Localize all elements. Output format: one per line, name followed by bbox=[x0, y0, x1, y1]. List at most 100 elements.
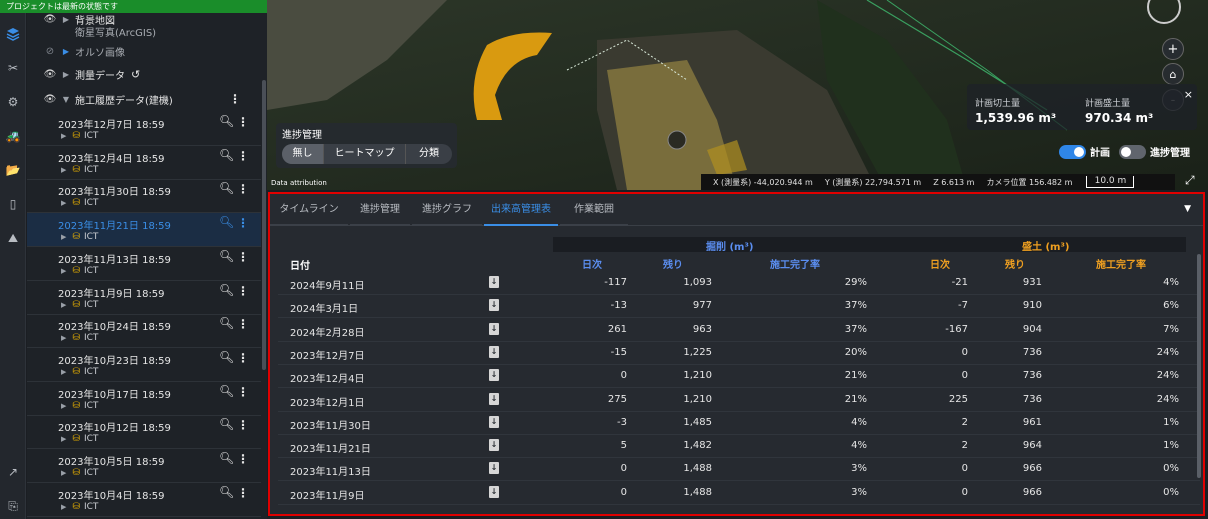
zoom-to-icon[interactable]: 🔍︎ bbox=[219, 417, 234, 431]
close-icon[interactable]: × bbox=[1184, 88, 1193, 101]
date-list-item[interactable]: 2023年12月7日 18:59 🔍︎ ⋮ ▶ ⛁ ICT bbox=[27, 112, 261, 146]
ict-sublayer[interactable]: ▶ ⛁ ICT bbox=[61, 502, 98, 512]
download-icon[interactable]: ↓ bbox=[489, 462, 499, 475]
ict-sublayer[interactable]: ▶ ⛁ ICT bbox=[61, 468, 98, 478]
ict-sublayer[interactable]: ▶ ⛁ ICT bbox=[61, 198, 98, 208]
expand-arrow-icon[interactable]: ▶ bbox=[61, 435, 66, 443]
export-icon[interactable]: ⎘ bbox=[5, 498, 21, 514]
zoom-to-icon[interactable]: 🔍︎ bbox=[219, 249, 234, 263]
zoom-to-icon[interactable]: 🔍︎ bbox=[219, 181, 234, 195]
ict-sublayer[interactable]: ▶ ⛁ ICT bbox=[61, 367, 98, 377]
layer-ortho[interactable]: ⊘ ▶ オルソ画像 bbox=[27, 41, 261, 61]
expand-arrow-icon[interactable]: ▶ bbox=[61, 132, 66, 140]
more-menu-icon[interactable]: ⋮ bbox=[237, 486, 249, 500]
zoom-to-icon[interactable]: 🔍︎ bbox=[219, 316, 234, 330]
expand-arrow-icon[interactable]: ▶ bbox=[61, 301, 66, 309]
date-list-item[interactable]: 2023年11月21日 18:59 🔍︎ ⋮ ▶ ⛁ ICT bbox=[27, 213, 261, 248]
ict-sublayer[interactable]: ▶ ⛁ ICT bbox=[61, 266, 98, 276]
external-link-icon[interactable]: ↗ bbox=[5, 464, 21, 480]
progress-toggle[interactable]: 進捗管理 bbox=[1119, 144, 1190, 159]
more-menu-icon[interactable]: ⋮ bbox=[237, 284, 249, 298]
more-menu-icon[interactable]: ⋮ bbox=[237, 115, 249, 129]
download-icon[interactable]: ↓ bbox=[489, 415, 499, 428]
download-icon[interactable]: ↓ bbox=[489, 439, 499, 452]
ict-sublayer[interactable]: ▶ ⛁ ICT bbox=[61, 165, 98, 175]
settings-icon[interactable]: ⚙ bbox=[5, 94, 21, 110]
zoom-to-icon[interactable]: 🔍︎ bbox=[219, 485, 234, 499]
ict-sublayer[interactable]: ▶ ⛁ ICT bbox=[61, 333, 98, 343]
survey-icon[interactable]: ⛰ bbox=[5, 230, 21, 246]
date-list-item[interactable]: 2023年10月5日 18:59 🔍︎ ⋮ ▶ ⛁ ICT bbox=[27, 449, 261, 483]
data-attribution-link[interactable]: Data attribution bbox=[271, 179, 327, 187]
plan-switch[interactable] bbox=[1059, 144, 1086, 159]
expand-arrow-icon[interactable]: ▶ bbox=[61, 503, 66, 511]
option-none[interactable]: 無し bbox=[282, 144, 324, 164]
more-menu-icon[interactable]: ⋮ bbox=[237, 216, 249, 230]
progress-switch[interactable] bbox=[1119, 144, 1146, 159]
option-classify[interactable]: 分類 bbox=[406, 144, 452, 164]
zoom-to-icon[interactable]: 🔍︎ bbox=[219, 451, 234, 465]
download-icon[interactable]: ↓ bbox=[489, 392, 499, 405]
date-list-item[interactable]: 2023年11月9日 18:59 🔍︎ ⋮ ▶ ⛁ ICT bbox=[27, 281, 261, 315]
download-icon[interactable]: ↓ bbox=[489, 299, 499, 312]
zoom-to-icon[interactable]: 🔍︎ bbox=[219, 148, 234, 162]
collapse-arrow-icon[interactable]: ▼ bbox=[61, 95, 71, 104]
date-list-item[interactable]: 2023年10月12日 18:59 🔍︎ ⋮ ▶ ⛁ ICT bbox=[27, 415, 261, 450]
expand-arrow-icon[interactable]: ▶ bbox=[61, 15, 71, 24]
ict-sublayer[interactable]: ▶ ⛁ ICT bbox=[61, 232, 98, 242]
date-list-item[interactable]: 2023年11月13日 18:59 🔍︎ ⋮ ▶ ⛁ ICT bbox=[27, 247, 261, 281]
expand-arrow-icon[interactable]: ▶ bbox=[61, 199, 66, 207]
expand-arrow-icon[interactable]: ▶ bbox=[61, 47, 71, 56]
date-list-item[interactable]: 2023年10月4日 18:59 🔍︎ ⋮ ▶ ⛁ ICT bbox=[27, 483, 261, 517]
layers-icon[interactable] bbox=[5, 26, 21, 42]
collapse-icon[interactable]: ▼ bbox=[1184, 204, 1191, 214]
zoom-in-button[interactable]: + bbox=[1162, 38, 1184, 60]
more-menu-icon[interactable]: ⋮ bbox=[229, 92, 241, 106]
vehicle-icon[interactable]: 🚜 bbox=[5, 128, 21, 144]
device-icon[interactable]: ▯ bbox=[5, 196, 21, 212]
download-icon[interactable]: ↓ bbox=[489, 369, 499, 382]
expand-arrow-icon[interactable]: ▶ bbox=[61, 166, 66, 174]
layer-survey[interactable]: 👁 ▶ 測量データ ↺ bbox=[27, 64, 261, 84]
zoom-to-icon[interactable]: 🔍︎ bbox=[219, 283, 234, 297]
more-menu-icon[interactable]: ⋮ bbox=[237, 182, 249, 196]
zoom-to-icon[interactable]: 🔍︎ bbox=[219, 350, 234, 364]
home-icon[interactable]: ⌂ bbox=[1162, 63, 1184, 85]
more-menu-icon[interactable]: ⋮ bbox=[237, 149, 249, 163]
download-icon[interactable]: ↓ bbox=[489, 345, 499, 358]
tools-icon[interactable]: ✂ bbox=[5, 60, 21, 76]
expand-arrow-icon[interactable]: ▶ bbox=[61, 70, 71, 79]
zoom-to-icon[interactable]: 🔍︎ bbox=[219, 114, 234, 128]
ict-sublayer[interactable]: ▶ ⛁ ICT bbox=[61, 131, 98, 141]
expand-arrow-icon[interactable]: ▶ bbox=[61, 334, 66, 342]
download-icon[interactable]: ↓ bbox=[489, 485, 499, 498]
date-list-item[interactable]: 2023年11月30日 18:59 🔍︎ ⋮ ▶ ⛁ ICT bbox=[27, 179, 261, 214]
date-list-item[interactable]: 2023年10月23日 18:59 🔍︎ ⋮ ▶ ⛁ ICT bbox=[27, 348, 261, 382]
layer-construction[interactable]: 👁 ▼ 施工履歴データ(建機) ⋮ bbox=[27, 89, 261, 109]
zoom-to-icon[interactable]: 🔍︎ bbox=[219, 384, 234, 398]
tab-progress-graph[interactable]: 進捗グラフ bbox=[412, 194, 482, 226]
expand-arrow-icon[interactable]: ▶ bbox=[61, 267, 66, 275]
expand-arrow-icon[interactable]: ▶ bbox=[61, 469, 66, 477]
plan-toggle[interactable]: 計画 bbox=[1059, 144, 1110, 159]
expand-arrow-icon[interactable]: ▶ bbox=[61, 368, 66, 376]
download-icon[interactable]: ↓ bbox=[489, 322, 499, 335]
ict-sublayer[interactable]: ▶ ⛁ ICT bbox=[61, 434, 98, 444]
tab-timeline[interactable]: タイムライン bbox=[270, 194, 348, 226]
layer-scrollbar[interactable] bbox=[262, 80, 266, 370]
more-menu-icon[interactable]: ⋮ bbox=[237, 385, 249, 399]
ict-sublayer[interactable]: ▶ ⛁ ICT bbox=[61, 401, 98, 411]
folder-icon[interactable]: 📂 bbox=[5, 162, 21, 178]
date-list-item[interactable]: 2023年12月4日 18:59 🔍︎ ⋮ ▶ ⛁ ICT bbox=[27, 146, 261, 180]
more-menu-icon[interactable]: ⋮ bbox=[237, 418, 249, 432]
eye-icon[interactable]: 👁 bbox=[43, 69, 57, 80]
date-list-item[interactable]: 2023年10月24日 18:59 🔍︎ ⋮ ▶ ⛁ ICT bbox=[27, 314, 261, 349]
history-icon[interactable]: ↺ bbox=[131, 68, 140, 81]
expand-arrow-icon[interactable]: ▶ bbox=[61, 402, 66, 410]
map-viewport[interactable]: + ⌂ - 進捗管理 無し ヒートマップ 分類 計画切土量 1,539.96 m… bbox=[267, 0, 1208, 190]
more-menu-icon[interactable]: ⋮ bbox=[237, 452, 249, 466]
more-menu-icon[interactable]: ⋮ bbox=[237, 317, 249, 331]
expand-arrow-icon[interactable]: ▶ bbox=[61, 233, 66, 241]
more-menu-icon[interactable]: ⋮ bbox=[237, 351, 249, 365]
eye-icon[interactable]: 👁 bbox=[43, 94, 57, 105]
